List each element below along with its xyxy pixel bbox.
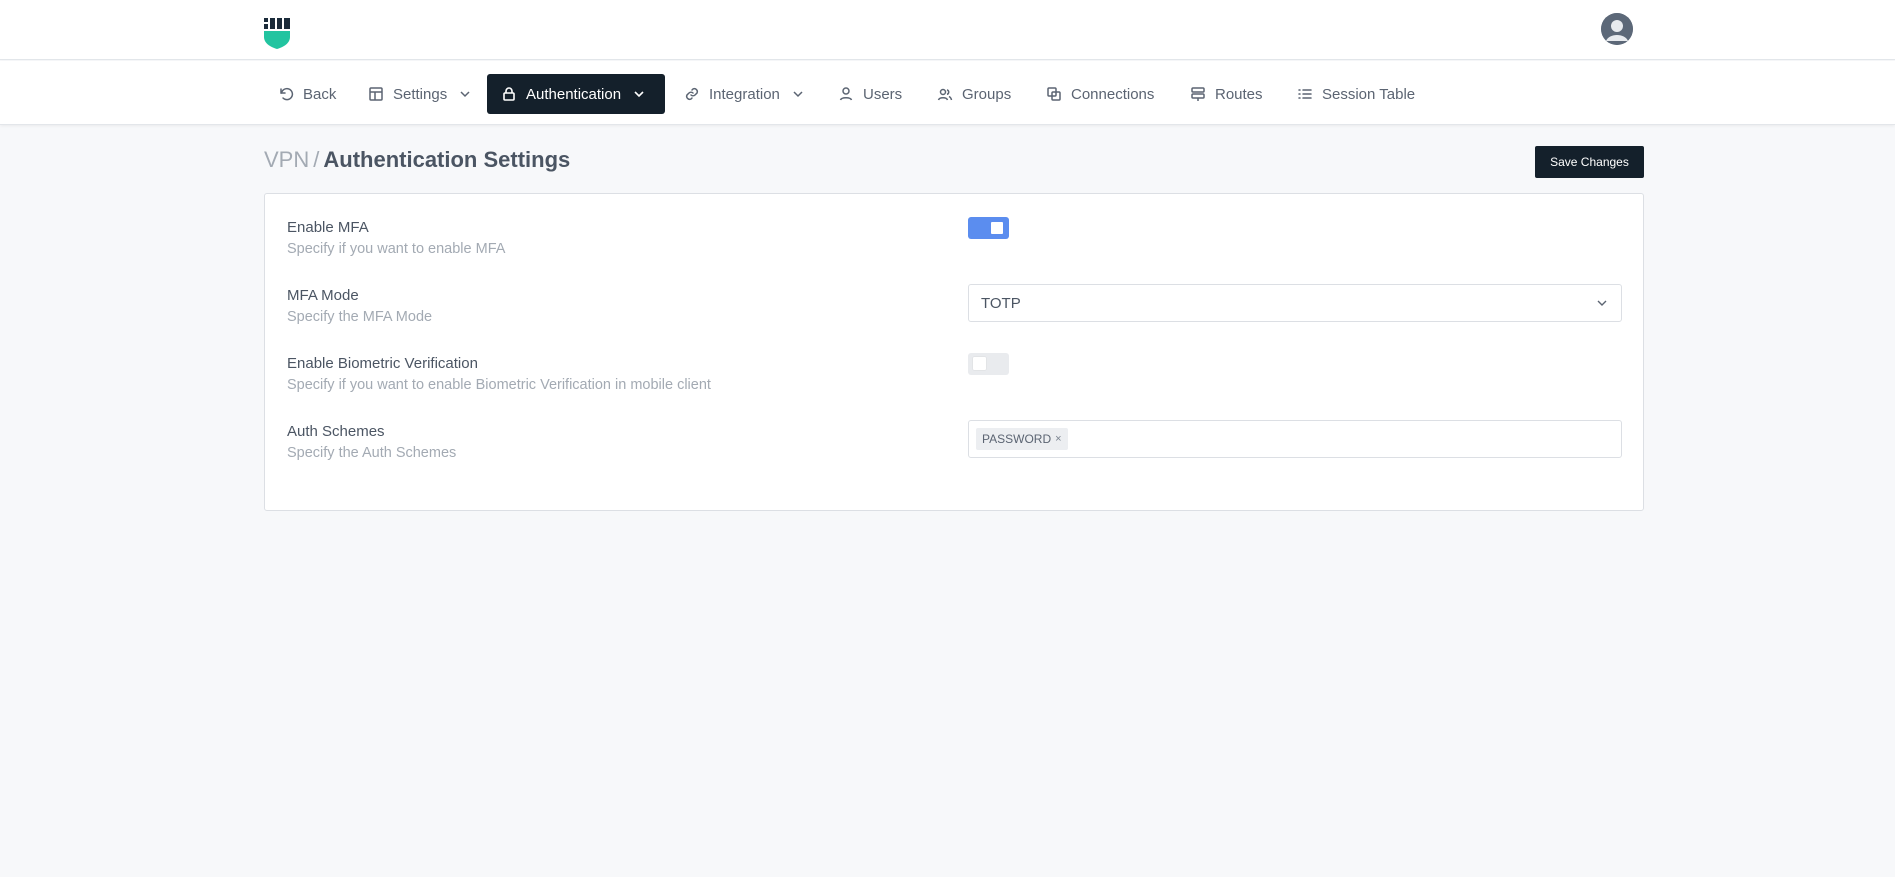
nav-connections-label: Connections [1071,85,1155,103]
biometric-toggle[interactable] [968,353,1009,375]
nav-routes[interactable]: Routes [1176,74,1277,114]
auth-schemes-description: Specify the Auth Schemes [287,445,457,461]
page-title: Authentication Settings [323,147,571,172]
enable-mfa-label: Enable MFA [287,219,369,236]
auth-scheme-tag: PASSWORD × [976,428,1068,450]
nav-integration[interactable]: Integration [670,74,819,114]
breadcrumb[interactable]: VPN [264,147,309,172]
nav-connections[interactable]: Connections [1032,74,1168,114]
nav-integration-label: Integration [709,85,780,103]
mfa-mode-label: MFA Mode [287,287,359,304]
toggle-knob [991,222,1003,234]
biometric-description: Specify if you want to enable Biometric … [287,377,711,393]
breadcrumb-separator: / [313,147,320,172]
nav-users-label: Users [863,85,903,103]
auth-schemes-input[interactable]: PASSWORD × [968,420,1622,458]
top-header [0,0,1895,60]
undo-icon [280,87,294,101]
enable-mfa-toggle[interactable] [968,217,1009,239]
lock-icon [503,87,515,101]
biometric-label: Enable Biometric Verification [287,355,478,372]
page-heading: VPN / Authentication Settings [264,147,570,173]
user-icon [839,87,853,101]
chevron-down-icon [634,91,644,98]
chevron-down-icon [460,91,470,98]
nav-authentication-label: Authentication [526,85,622,103]
mfa-mode-value: TOTP [981,294,1021,312]
users-icon [937,88,953,101]
auth-scheme-tag-label: PASSWORD [982,432,1052,446]
chevron-down-icon [1597,300,1607,306]
chevron-down-icon [793,91,803,98]
nav-back[interactable]: Back [264,74,350,114]
main-nav: Back Settings Authentication Integration… [0,61,1895,125]
mfa-mode-select[interactable]: TOTP [968,284,1622,322]
remove-tag-icon[interactable]: × [1055,433,1061,445]
list-icon [1298,89,1312,99]
nav-groups[interactable]: Groups [923,74,1025,114]
nav-session-table[interactable]: Session Table [1283,74,1429,114]
nav-settings[interactable]: Settings [354,74,486,114]
toggle-knob [973,357,986,370]
nav-back-label: Back [303,85,337,103]
user-avatar[interactable] [1601,13,1633,45]
save-changes-button[interactable]: Save Changes [1535,146,1644,178]
link-icon [685,87,699,101]
layout-icon [369,87,383,101]
connections-icon [1047,87,1061,101]
nav-groups-label: Groups [962,85,1012,103]
app-logo[interactable] [264,17,292,49]
nav-routes-label: Routes [1215,85,1263,103]
mfa-mode-description: Specify the MFA Mode [287,309,433,325]
nav-authentication[interactable]: Authentication [487,74,665,114]
nav-settings-label: Settings [393,85,448,103]
signpost-icon [1191,87,1205,101]
enable-mfa-description: Specify if you want to enable MFA [287,241,506,257]
avatar-icon [1601,13,1633,45]
nav-session-table-label: Session Table [1322,85,1416,103]
nav-users[interactable]: Users [824,74,916,114]
auth-schemes-label: Auth Schemes [287,423,385,440]
settings-card: Enable MFA Specify if you want to enable… [264,193,1644,511]
